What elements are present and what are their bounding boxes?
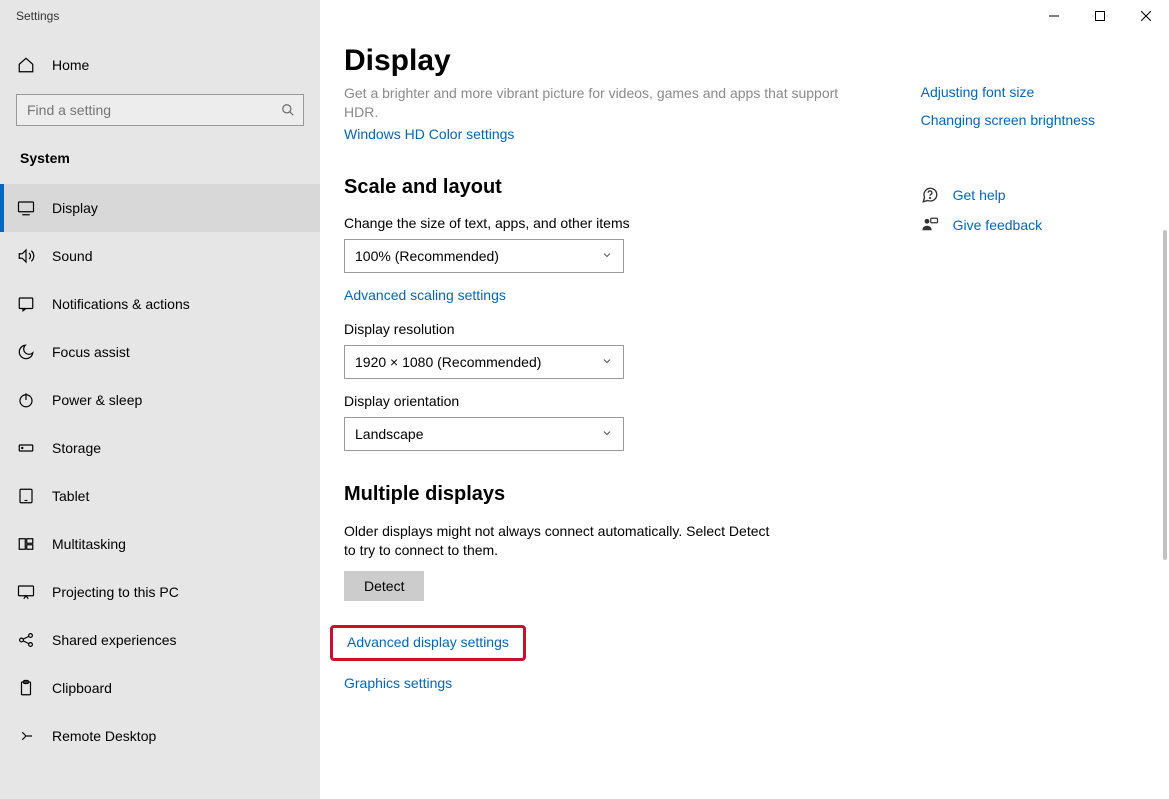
detect-button[interactable]: Detect [344, 571, 424, 601]
get-help-row[interactable]: Get help [921, 186, 1169, 204]
orientation-select[interactable]: Landscape [344, 417, 624, 451]
get-help-link[interactable]: Get help [953, 187, 1006, 203]
sidebar-item-projecting-to-this-pc[interactable]: Projecting to this PC [0, 568, 320, 616]
text-size-label: Change the size of text, apps, and other… [344, 215, 861, 231]
notifications-icon [16, 295, 36, 313]
advanced-display-highlight: Advanced display settings [330, 625, 526, 661]
project-icon [16, 583, 36, 601]
tablet-icon [16, 487, 36, 505]
search-input[interactable] [27, 102, 273, 118]
home-label: Home [52, 57, 89, 73]
adjusting-font-size-link[interactable]: Adjusting font size [921, 84, 1169, 100]
chevron-down-icon [601, 248, 613, 264]
advanced-scaling-link[interactable]: Advanced scaling settings [344, 287, 861, 303]
sidebar-item-multitasking[interactable]: Multitasking [0, 520, 320, 568]
advanced-display-settings-link[interactable]: Advanced display settings [347, 634, 509, 650]
sidebar-item-label: Power & sleep [52, 392, 142, 408]
remote-icon [16, 727, 36, 745]
graphics-settings-link[interactable]: Graphics settings [344, 675, 861, 691]
sidebar-item-notifications-actions[interactable]: Notifications & actions [0, 280, 320, 328]
storage-icon [16, 439, 36, 457]
sidebar-item-storage[interactable]: Storage [0, 424, 320, 472]
power-icon [16, 391, 36, 409]
window-title: Settings [0, 9, 59, 23]
sidebar-item-label: Tablet [52, 488, 89, 504]
home-nav[interactable]: Home [0, 44, 320, 94]
feedback-icon [921, 216, 939, 234]
share-icon [16, 631, 36, 649]
scrollbar-thumb[interactable] [1163, 230, 1167, 560]
moon-icon [16, 343, 36, 361]
text-size-select[interactable]: 100% (Recommended) [344, 239, 624, 273]
resolution-select[interactable]: 1920 × 1080 (Recommended) [344, 345, 624, 379]
help-icon [921, 186, 939, 204]
search-input-box[interactable] [16, 94, 304, 126]
resolution-label: Display resolution [344, 321, 861, 337]
hd-color-settings-link[interactable]: Windows HD Color settings [344, 126, 514, 142]
sidebar-item-label: Storage [52, 440, 101, 456]
multiple-displays-heading: Multiple displays [344, 483, 861, 506]
sidebar-item-clipboard[interactable]: Clipboard [0, 664, 320, 712]
hdr-description: Get a brighter and more vibrant picture … [344, 84, 861, 122]
content-right: Adjusting font size Changing screen brig… [921, 84, 1169, 691]
sidebar-item-tablet[interactable]: Tablet [0, 472, 320, 520]
sidebar-item-label: Focus assist [52, 344, 130, 360]
orientation-value: Landscape [355, 426, 424, 442]
sidebar-item-label: Clipboard [52, 680, 112, 696]
sidebar-item-label: Remote Desktop [52, 728, 156, 744]
resolution-value: 1920 × 1080 (Recommended) [355, 354, 541, 370]
settings-window: Settings Home [0, 0, 1169, 799]
content-row: Get a brighter and more vibrant picture … [344, 84, 1169, 691]
sidebar-item-label: Display [52, 200, 98, 216]
give-feedback-row[interactable]: Give feedback [921, 216, 1169, 234]
search-icon [281, 103, 295, 122]
category-label: System [0, 144, 320, 184]
sidebar-item-label: Projecting to this PC [52, 584, 179, 600]
orientation-label: Display orientation [344, 393, 861, 409]
give-feedback-link[interactable]: Give feedback [953, 217, 1043, 233]
home-icon [16, 56, 36, 74]
multiple-displays-desc: Older displays might not always connect … [344, 522, 784, 561]
sidebar-item-label: Shared experiences [52, 632, 177, 648]
sidebar-item-display[interactable]: Display [0, 184, 320, 232]
sound-icon [16, 247, 36, 265]
main-content: Display Get a brighter and more vibrant … [320, 0, 1169, 799]
changing-brightness-link[interactable]: Changing screen brightness [921, 112, 1169, 128]
nav-list: Display Sound Notifications & actions Focus… [0, 184, 320, 760]
content-left: Get a brighter and more vibrant picture … [344, 84, 861, 691]
page-title: Display [344, 44, 1169, 78]
sidebar-item-label: Sound [52, 248, 92, 264]
sidebar-item-sound[interactable]: Sound [0, 232, 320, 280]
text-size-value: 100% (Recommended) [355, 248, 499, 264]
chevron-down-icon [601, 354, 613, 370]
multitask-icon [16, 535, 36, 553]
display-icon [16, 199, 36, 217]
search-container [0, 94, 320, 144]
sidebar-item-shared-experiences[interactable]: Shared experiences [0, 616, 320, 664]
sidebar-item-remote-desktop[interactable]: Remote Desktop [0, 712, 320, 760]
sidebar: Home System Display Sound Notifications & … [0, 0, 320, 799]
chevron-down-icon [601, 426, 613, 442]
sidebar-item-label: Notifications & actions [52, 296, 190, 312]
sidebar-item-label: Multitasking [52, 536, 126, 552]
clipboard-icon [16, 679, 36, 697]
sidebar-item-power-sleep[interactable]: Power & sleep [0, 376, 320, 424]
sidebar-item-focus-assist[interactable]: Focus assist [0, 328, 320, 376]
scale-heading: Scale and layout [344, 176, 861, 199]
